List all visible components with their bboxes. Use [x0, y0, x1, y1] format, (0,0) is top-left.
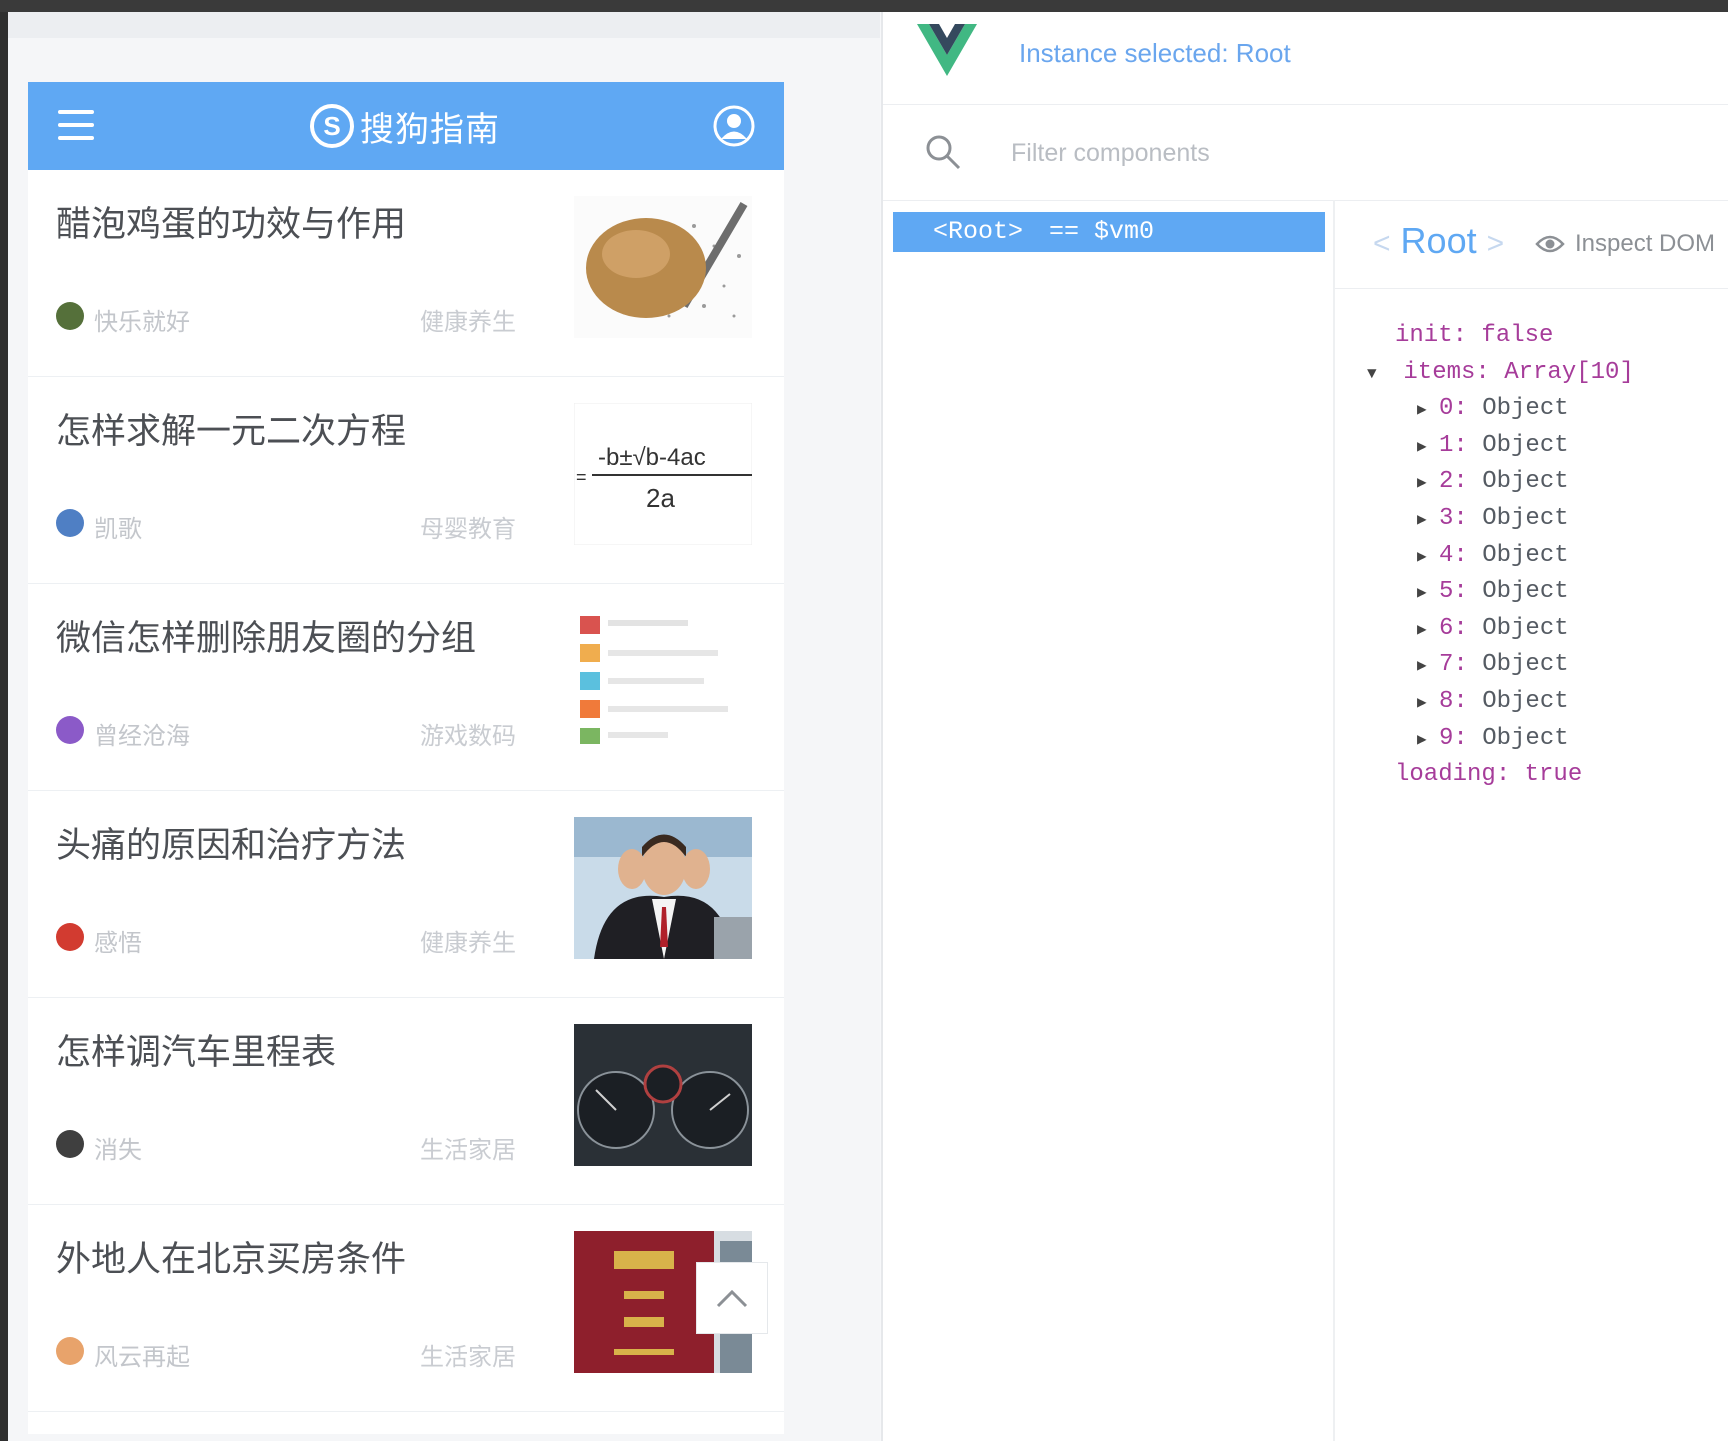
state-prop-init: init: false	[1395, 322, 1554, 349]
caret-right-icon[interactable]: ▶	[1417, 722, 1439, 759]
article-title: 外地人在北京买房条件	[56, 1240, 407, 1279]
window-top-strip	[0, 0, 1728, 12]
state-array-item[interactable]: ▶ 6: Object	[1395, 611, 1634, 648]
article-title: 怎样调汽车里程表	[56, 1033, 337, 1072]
state-array-item[interactable]: ▶ 9: Object	[1395, 721, 1634, 758]
author-name: 快乐就好	[94, 309, 190, 336]
author-name: 风云再起	[94, 1344, 190, 1371]
tree-node-root[interactable]: <Root> == $vm0	[893, 212, 1325, 252]
vue-logo-icon	[917, 24, 977, 76]
state-array-item[interactable]: ▶ 4: Object	[1395, 538, 1634, 575]
article-meta: 曾经沧海 游戏数码	[56, 712, 516, 750]
screen: S 搜狗指南 醋泡鸡蛋的功效与作用 快乐就好 健康养生 怎样求解一元二次方程 凯…	[8, 12, 1728, 1441]
author-avatar	[56, 1130, 84, 1158]
chevron-up-icon	[716, 1289, 748, 1308]
selected-component-name: < Root >	[1373, 220, 1505, 261]
feed-item[interactable]: 怎样求解一元二次方程 凯歌 母婴教育 = -b±√b-4ac 2a	[28, 377, 784, 584]
sogou-logo-icon: S	[310, 104, 354, 148]
article-meta: 快乐就好 健康养生	[56, 298, 516, 336]
author-avatar	[56, 716, 84, 744]
component-tree: <Root> == $vm0	[883, 200, 1335, 1441]
inspector-header: < Root > Inspect DOM	[1335, 200, 1728, 289]
mobile-page: S 搜狗指南 醋泡鸡蛋的功效与作用 快乐就好 健康养生 怎样求解一元二次方程 凯…	[28, 82, 784, 1434]
root-tag-label: <Root>	[933, 217, 1024, 246]
state-array-item[interactable]: ▶ 7: Object	[1395, 647, 1634, 684]
emulator-toolbar	[8, 12, 880, 38]
author-avatar	[56, 302, 84, 330]
category-tag: 生活家居	[420, 1344, 516, 1371]
article-meta: 感悟 健康养生	[56, 919, 516, 957]
state-prop-items[interactable]: ▼ items: Array[10]	[1367, 355, 1634, 392]
article-feed: 醋泡鸡蛋的功效与作用 快乐就好 健康养生 怎样求解一元二次方程 凯歌 母婴教育 …	[28, 170, 784, 1412]
component-filter-bar	[883, 104, 1728, 201]
category-tag: 健康养生	[420, 309, 516, 336]
user-avatar-icon[interactable]	[712, 104, 756, 148]
category-tag: 健康养生	[420, 930, 516, 957]
author-avatar	[56, 509, 84, 537]
author-name: 感悟	[94, 930, 142, 957]
vue-devtools-panel: Instance selected: Root <Root> == $vm0 < …	[881, 12, 1728, 1441]
brand[interactable]: S 搜狗指南	[310, 100, 500, 152]
author-avatar	[56, 923, 84, 951]
state-array-item[interactable]: ▶ 1: Object	[1395, 428, 1634, 465]
article-thumbnail	[574, 610, 752, 752]
menu-icon[interactable]	[58, 108, 94, 142]
inspect-dom-button[interactable]: Inspect DOM	[1535, 230, 1715, 258]
state-array-item[interactable]: ▶ 8: Object	[1395, 684, 1634, 721]
app-header: S 搜狗指南	[28, 82, 784, 170]
article-meta: 消失 生活家居	[56, 1126, 516, 1164]
caret-right-icon[interactable]: ▶	[1417, 392, 1439, 429]
article-title: 头痛的原因和治疗方法	[56, 826, 407, 865]
article-thumbnail	[574, 817, 752, 959]
root-var-label: == $vm0	[1049, 217, 1155, 246]
author-avatar	[56, 1337, 84, 1365]
caret-right-icon[interactable]: ▶	[1417, 685, 1439, 722]
devtools-header: Instance selected: Root	[883, 12, 1728, 105]
formula-numerator: -b±√b-4ac	[598, 444, 706, 471]
formula-denominator: 2a	[646, 483, 675, 513]
state-prop-loading: loading: true	[1395, 761, 1583, 789]
instance-selected-label: Instance selected: Root	[1019, 38, 1291, 68]
search-icon	[926, 135, 961, 170]
feed-item[interactable]: 外地人在北京买房条件 风云再起 生活家居	[28, 1205, 784, 1412]
category-tag: 生活家居	[420, 1137, 516, 1164]
caret-down-icon[interactable]: ▼	[1367, 356, 1389, 393]
mobile-emulator: S 搜狗指南 醋泡鸡蛋的功效与作用 快乐就好 健康养生 怎样求解一元二次方程 凯…	[8, 12, 880, 1441]
feed-item[interactable]: 头痛的原因和治疗方法 感悟 健康养生	[28, 791, 784, 998]
eye-icon	[1535, 235, 1565, 253]
author-name: 消失	[94, 1137, 142, 1164]
brand-name: 搜狗指南	[360, 110, 500, 149]
svg-text:=: =	[576, 467, 587, 487]
component-inspector: < Root > Inspect DOM init: false ▼ items…	[1335, 200, 1728, 1441]
caret-right-icon[interactable]: ▶	[1417, 648, 1439, 685]
caret-right-icon[interactable]: ▶	[1417, 539, 1439, 576]
article-meta: 凯歌 母婴教育	[56, 505, 516, 543]
article-thumbnail	[574, 196, 752, 338]
caret-right-icon[interactable]: ▶	[1417, 575, 1439, 612]
article-thumbnail: = -b±√b-4ac 2a	[574, 403, 752, 545]
article-thumbnail	[574, 1024, 752, 1166]
category-tag: 游戏数码	[420, 723, 516, 750]
feed-item[interactable]: 怎样调汽车里程表 消失 生活家居	[28, 998, 784, 1205]
feed-item[interactable]: 微信怎样删除朋友圈的分组 曾经沧海 游戏数码	[28, 584, 784, 791]
state-array-item[interactable]: ▶ 3: Object	[1395, 501, 1634, 538]
category-tag: 母婴教育	[420, 516, 516, 543]
article-title: 怎样求解一元二次方程	[56, 412, 407, 451]
feed-item[interactable]: 醋泡鸡蛋的功效与作用 快乐就好 健康养生	[28, 170, 784, 377]
article-title: 微信怎样删除朋友圈的分组	[56, 619, 477, 658]
article-meta: 风云再起 生活家居	[56, 1333, 516, 1371]
caret-right-icon[interactable]: ▶	[1417, 612, 1439, 649]
component-state: init: false ▼ items: Array[10] ▶ 0: Objec…	[1367, 318, 1634, 794]
filter-components-input[interactable]	[1009, 132, 1573, 174]
caret-right-icon[interactable]: ▶	[1417, 465, 1439, 502]
state-array-item[interactable]: ▶ 0: Object	[1395, 391, 1634, 428]
state-array-item[interactable]: ▶ 2: Object	[1395, 464, 1634, 501]
caret-right-icon[interactable]: ▶	[1417, 502, 1439, 539]
state-array-item[interactable]: ▶ 5: Object	[1395, 574, 1634, 611]
back-to-top-button[interactable]	[696, 1262, 768, 1334]
caret-right-icon[interactable]: ▶	[1417, 429, 1439, 466]
author-name: 凯歌	[94, 516, 142, 543]
article-title: 醋泡鸡蛋的功效与作用	[56, 205, 407, 244]
author-name: 曾经沧海	[94, 723, 190, 750]
